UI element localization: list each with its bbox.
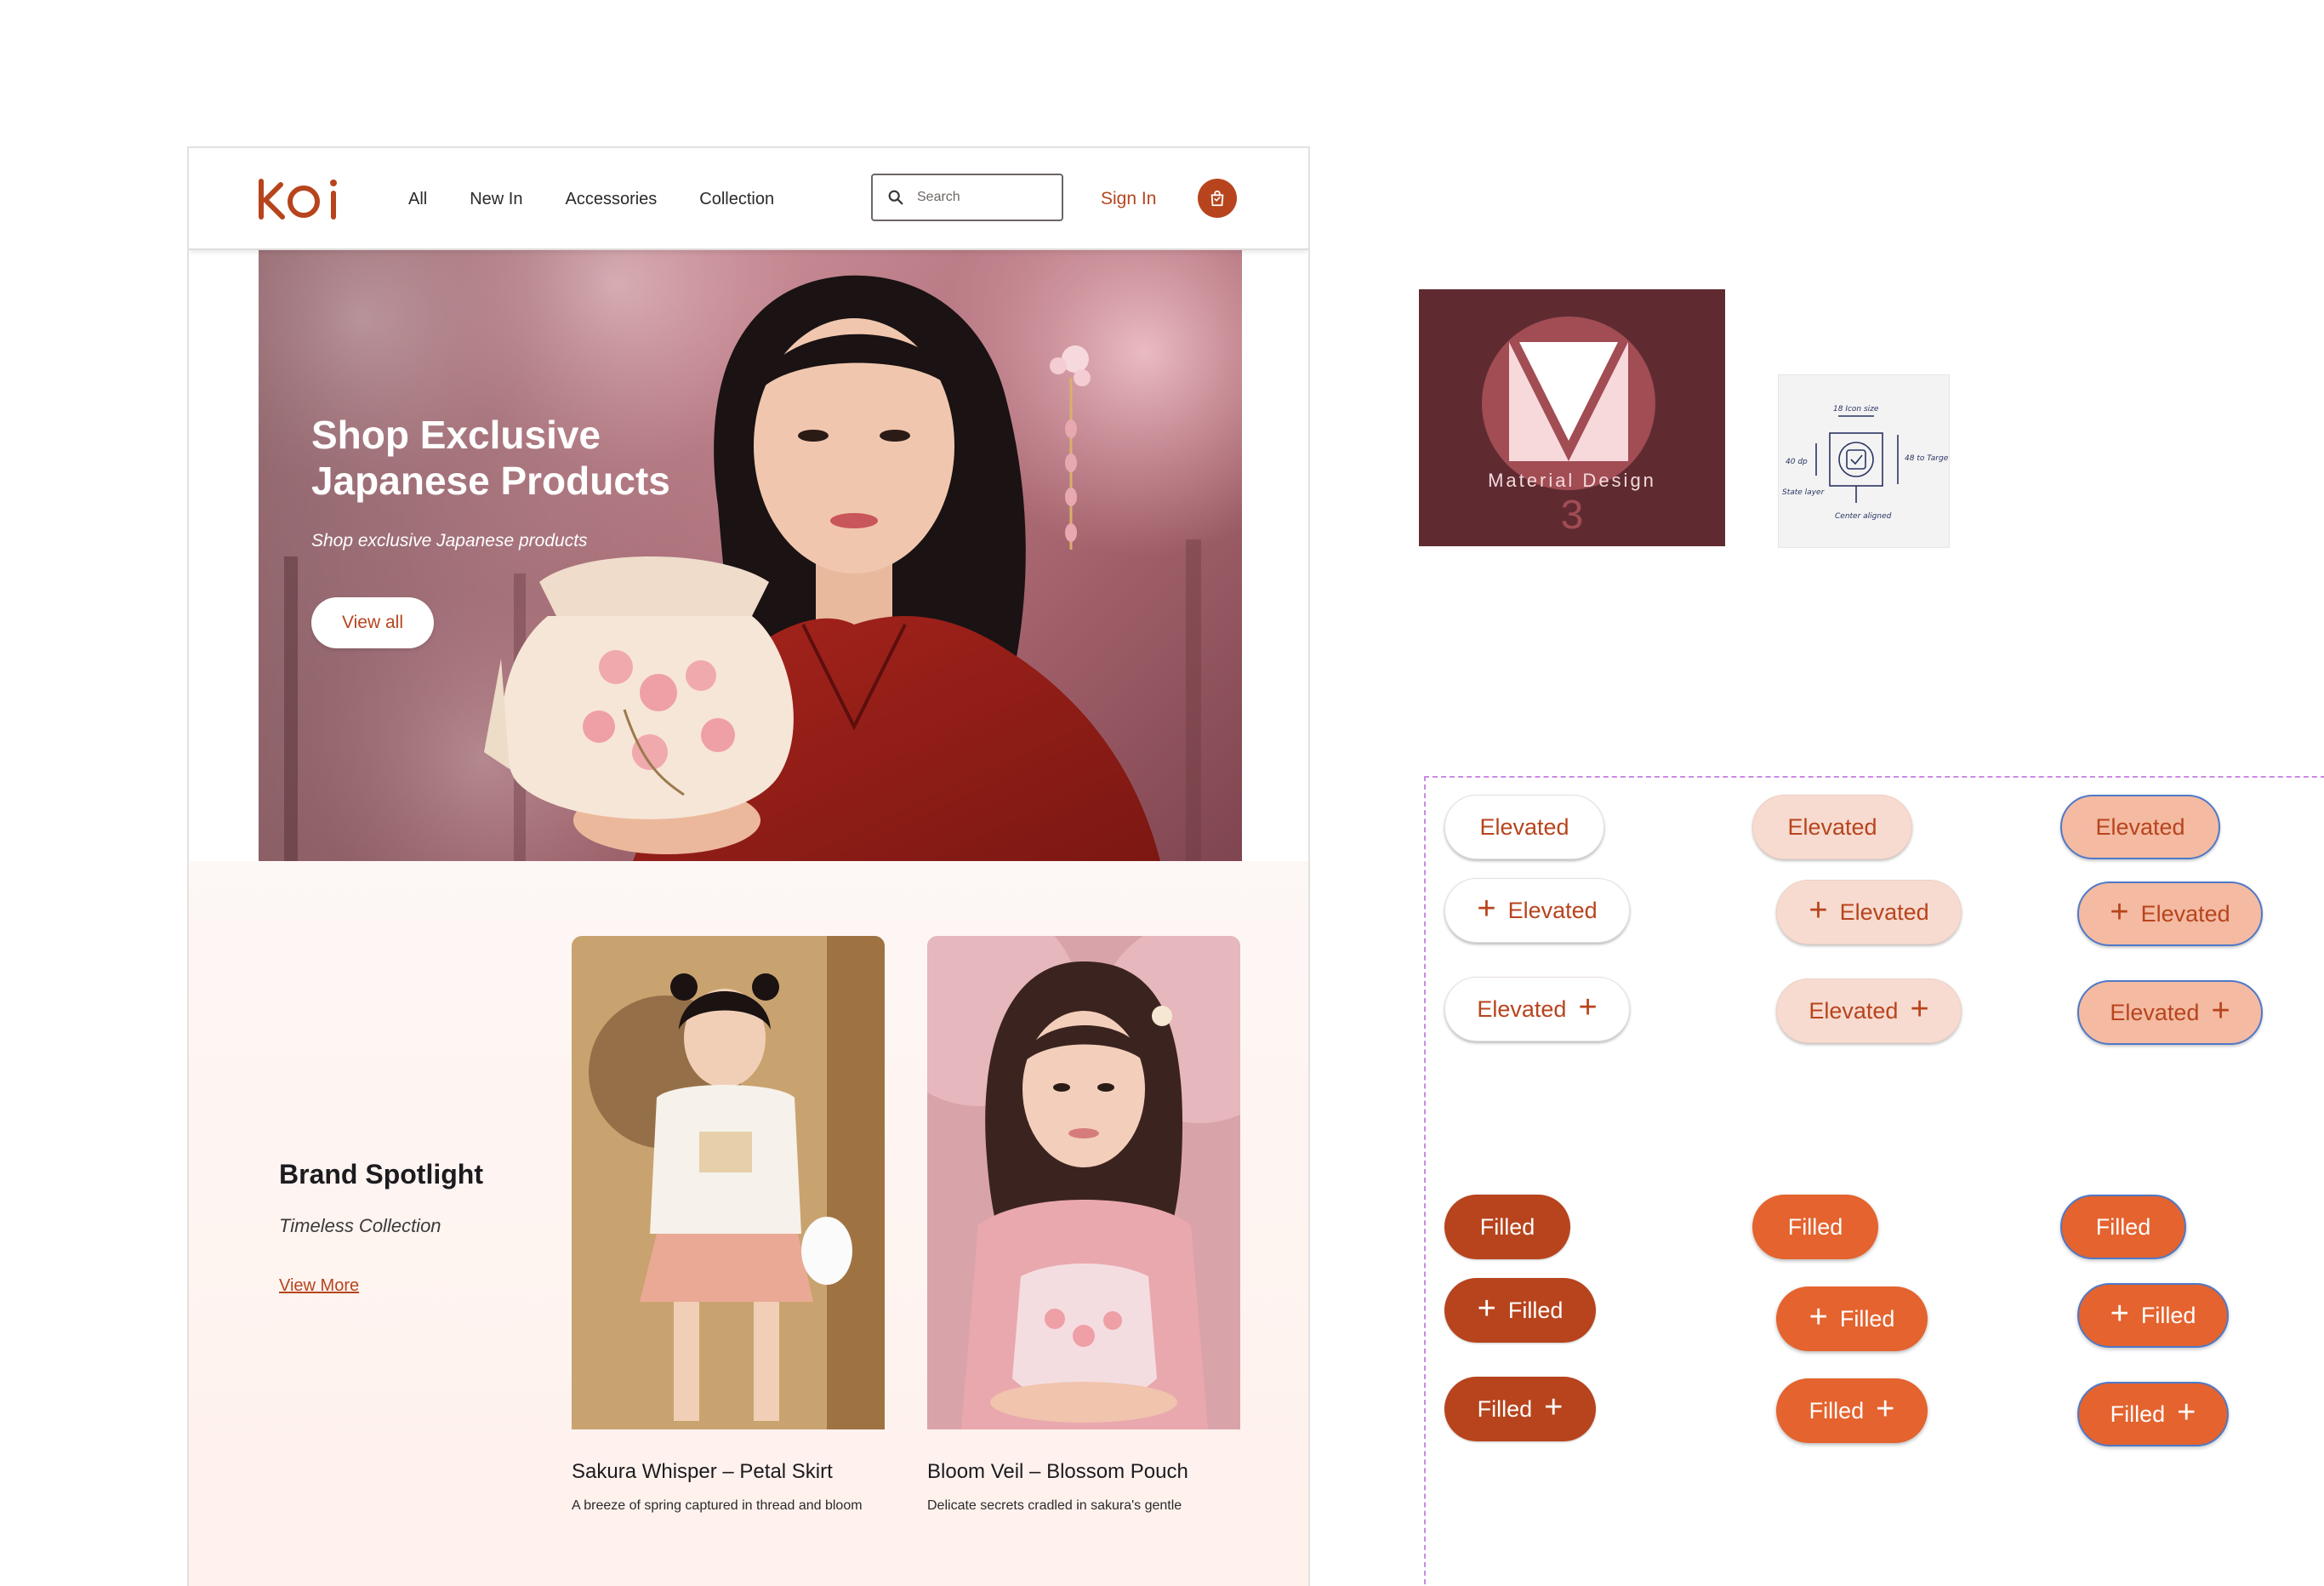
button-label: Filled [1507,1297,1564,1323]
product-photo-pouch [927,936,1240,1429]
koi-logo[interactable] [257,172,342,226]
button-label: Elevated [2140,900,2230,927]
product-title: Sakura Whisper – Petal Skirt [572,1460,833,1483]
elevated-button[interactable]: Elevated [1444,795,1604,859]
koi-logo-mark [259,179,337,220]
view-all-button[interactable]: View all [311,597,434,648]
elevated-button-trailing-icon[interactable]: Elevated + [1444,977,1630,1041]
brand-spotlight-section: Brand Spotlight Timeless Collection View… [189,861,1308,1586]
search-icon [888,190,903,205]
plus-icon: + [1809,893,1828,928]
elevated-button-focused[interactable]: Elevated [2060,795,2220,859]
material-number: 3 [1560,493,1584,538]
elevated-button-leading-icon-hovered[interactable]: + Elevated [1776,880,1962,944]
elevated-button-leading-icon-focused[interactable]: + Elevated [2077,881,2263,946]
sketch-label-bottom: Center aligned [1835,512,1892,521]
button-label: Elevated [1787,813,1877,840]
filled-button-trailing-icon-focused[interactable]: Filled + [2077,1382,2229,1446]
sign-in-link[interactable]: Sign In [1101,148,1156,250]
nav-all[interactable]: All [408,190,427,209]
button-label: Filled [2140,1302,2196,1328]
filled-button-leading-icon-focused[interactable]: + Filled [2077,1283,2229,1348]
nav-collection[interactable]: Collection [699,190,774,209]
elevated-button-hovered[interactable]: Elevated [1752,795,1912,859]
sketch-label-top: 18 Icon size [1833,405,1879,414]
button-label: Elevated [2095,813,2185,840]
hero-banner: Shop Exclusive Japanese Products Shop ex… [259,250,1242,861]
search-box[interactable] [871,174,1063,221]
product-photo-skirt [572,936,885,1429]
hero-photo [259,250,1242,861]
sketch-label-left-bottom: State layer [1782,488,1826,497]
elevated-button-leading-icon[interactable]: + Elevated [1444,878,1630,943]
product-card[interactable]: Bloom Veil – Blossom Pouch Delicate secr… [927,936,1240,1516]
site-header: All New In Accessories Collection Sign I… [189,148,1308,250]
plus-icon: + [2110,894,2129,930]
button-label: Filled [1787,1213,1843,1240]
cart-button[interactable] [1198,179,1237,218]
plus-icon: + [1477,891,1496,927]
button-label: Filled [1809,1397,1865,1423]
shopping-bag-icon [1210,190,1224,207]
button-label: Elevated [1507,897,1598,923]
button-label: Filled [1479,1213,1535,1240]
plus-icon: + [1544,1389,1564,1425]
product-image [927,936,1240,1429]
filled-button-focused[interactable]: Filled [2060,1195,2186,1259]
button-label: Filled [2110,1401,2166,1427]
button-label: Elevated [2110,999,2200,1025]
sketch-drawing: 18 Icon size 40 dp 48 to Target size Sta… [1782,405,1950,521]
nav-new-in[interactable]: New In [470,190,522,209]
filled-button[interactable]: Filled [1444,1195,1570,1259]
plus-icon: + [1578,990,1598,1025]
hero-subtitle: Shop exclusive Japanese products [311,531,588,551]
button-label: Elevated [1477,996,1567,1022]
button-label: Filled [1839,1305,1895,1332]
button-sketch-thumbnail: 18 Icon size 40 dp 48 to Target size Sta… [1778,374,1950,548]
material-logo-icon [1509,342,1628,461]
elevated-button-trailing-icon-focused[interactable]: Elevated + [2077,980,2263,1045]
product-card[interactable]: Sakura Whisper – Petal Skirt A breeze of… [572,936,885,1516]
product-description: A breeze of spring captured in thread an… [572,1498,863,1513]
filled-button-trailing-icon-hovered[interactable]: Filled + [1776,1378,1928,1443]
spotlight-title: Brand Spotlight [279,1159,483,1190]
filled-button-leading-icon[interactable]: + Filled [1444,1278,1596,1343]
website-frame: All New In Accessories Collection Sign I… [187,146,1310,1586]
plus-icon: + [2211,993,2230,1029]
button-label: Elevated [1839,899,1929,925]
plus-icon: + [1910,991,1929,1027]
plus-icon: + [1809,1299,1828,1335]
filled-button-hovered[interactable]: Filled [1752,1195,1878,1259]
product-title: Bloom Veil – Blossom Pouch [927,1460,1188,1483]
plus-icon: + [2177,1395,2196,1430]
material-design-thumbnail: Material Design 3 [1419,289,1725,546]
button-label: Filled [1477,1395,1533,1422]
sketch-label-left: 40 dp [1786,458,1808,466]
product-description: Delicate secrets cradled in sakura's gen… [927,1498,1182,1513]
sketch-label-right: 48 to Target size [1905,454,1950,463]
button-label: Filled [2095,1213,2151,1240]
elevated-button-trailing-icon-hovered[interactable]: Elevated + [1776,978,1962,1043]
plus-icon: + [1477,1291,1496,1326]
view-more-link[interactable]: View More [279,1276,359,1296]
button-variants-panel: Elevated + Elevated Elevated + Elevated … [1424,776,2324,1586]
hero-title: Shop Exclusive Japanese Products [311,413,670,503]
filled-button-leading-icon-hovered[interactable]: + Filled [1776,1286,1928,1351]
main-nav: All New In Accessories Collection [408,148,774,250]
product-image [572,936,885,1429]
plus-icon: + [2110,1296,2129,1332]
button-label: Elevated [1809,997,1899,1024]
button-label: Elevated [1479,813,1569,840]
nav-accessories[interactable]: Accessories [565,190,657,209]
spotlight-subtitle: Timeless Collection [279,1215,441,1236]
search-input[interactable] [917,190,1053,205]
material-label: Material Design [1488,470,1656,491]
plus-icon: + [1876,1391,1895,1427]
filled-button-trailing-icon[interactable]: Filled + [1444,1377,1596,1441]
